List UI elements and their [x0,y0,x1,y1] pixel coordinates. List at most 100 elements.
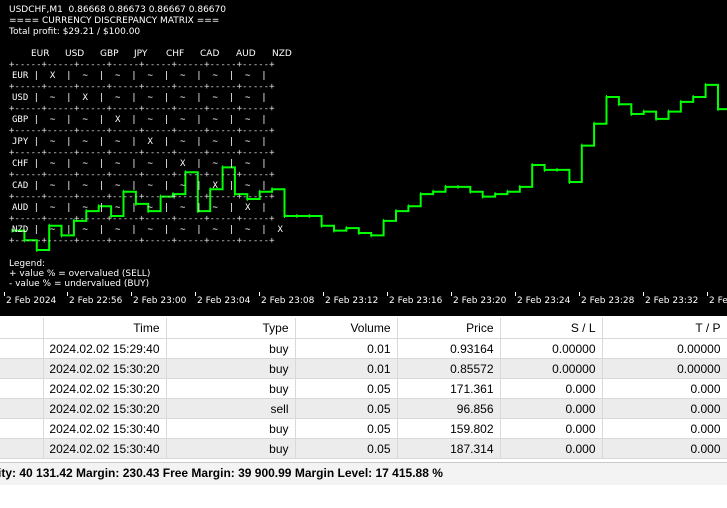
time-label: 2 Feb 22:56 [69,296,123,306]
time-tick [67,292,68,296]
time-label: 2 Feb [709,296,727,306]
price-point [494,192,496,197]
matrix-separator: +-----+-----+-----+-----+-----+-----+---… [9,236,275,246]
cell-tp: 0.000 [602,398,727,419]
price-point [618,102,620,107]
time-tick [515,292,516,296]
price-point [581,143,583,148]
time-tick [707,292,708,296]
cell-tp: 0.000 [602,438,727,459]
price-point [36,248,38,252]
cell-tp: 0.00000 [602,338,727,359]
price-point [655,116,657,121]
cell-price: 187.314 [397,438,501,459]
matrix-row: USD | ~ | X | ~ | ~ | ~ | ~ | ~ | [12,93,267,103]
cell-symbol [0,438,44,459]
matrix-col-nzd: NZD [272,49,292,59]
account-status-bar: ity: 40 131.42 Margin: 230.43 Free Margi… [0,462,727,485]
time-label: 2 Feb 23:12 [325,296,379,306]
time-label: 2 Feb 23:32 [645,296,699,306]
chart-header: USDCHF,M1 0.86668 0.86673 0.86667 0.8667… [9,5,226,15]
column-header-tp[interactable]: T / P [602,318,727,339]
time-label: 2 Feb 23:08 [261,296,315,306]
cell-volume: 0.01 [295,358,398,379]
orders-header-row: Time Type Volume Price S / LT / P [0,318,727,339]
price-point [407,204,409,209]
matrix-row: CHF | ~ | ~ | ~ | ~ | X | ~ | ~ | [12,159,267,169]
cell-type: buy [166,358,296,379]
cell-symbol [0,418,44,439]
price-point [705,82,707,87]
table-row[interactable]: 2024.02.02 15:30:20 buy 0.05 171.361 0.000 0.… [0,378,727,399]
matrix-separator: +-----+-----+-----+-----+-----+-----+---… [9,148,275,158]
time-label: 2 Feb 23:16 [389,296,443,306]
cell-type: buy [166,338,296,359]
matrix-separator: +-----+-----+-----+-----+-----+-----+---… [9,214,275,224]
price-point [296,214,298,218]
table-row[interactable]: 2024.02.02 15:30:40 buy 0.05 159.802 0.000 0.… [0,418,727,439]
orders-table-panel[interactable]: Time Type Volume Price S / LT / P 2024.02.02… [0,318,727,462]
cell-volume: 0.05 [295,438,398,459]
matrix-separator: +-----+-----+-----+-----+-----+-----+---… [9,126,275,136]
cell-type: sell [166,398,296,419]
price-point [556,167,558,172]
time-tick [195,292,196,296]
price-point [643,109,645,114]
time-label: 2 Feb 2024 [6,296,57,306]
price-point [469,189,471,194]
account-summary: ity: 40 131.42 Margin: 230.43 Free Margi… [0,466,443,480]
price-point [519,184,521,189]
total-profit: Total profit: $29.21 / $100.00 [9,27,141,37]
orders-table[interactable]: Time Type Volume Price S / LT / P 2024.02.02… [0,318,727,459]
table-row[interactable]: 2024.02.02 15:30:40 buy 0.05 187.314 0.000 0.… [0,438,727,459]
cell-sl: 0.000 [500,418,603,439]
matrix-separator: +-----+-----+-----+-----+-----+-----+---… [9,170,275,180]
price-chart[interactable]: USDCHF,M1 0.86668 0.86673 0.86667 0.8667… [0,0,727,316]
price-point [420,192,422,197]
matrix-col-eur: EUR [31,49,50,59]
cell-volume: 0.05 [295,378,398,399]
cell-type: buy [166,418,296,439]
matrix-col-usd: USD [65,49,85,59]
column-header-symbol[interactable] [0,318,44,339]
matrix-row: AUD | ~ | ~ | ~ | ~ | ~ | ~ | X | [12,203,267,213]
time-tick [643,292,644,296]
matrix-separator: +-----+-----+-----+-----+-----+-----+---… [9,192,275,202]
cell-time: 2024.02.02 15:30:40 [43,438,167,459]
cell-price: 171.361 [397,378,501,399]
price-point [345,226,347,231]
price-point [358,231,360,235]
matrix-col-aud: AUD [236,49,256,59]
price-point [692,95,694,99]
cell-volume: 0.05 [295,418,398,439]
price-point [482,194,484,199]
matrix-row: GBP | ~ | ~ | X | ~ | ~ | ~ | ~ | [12,115,267,125]
cell-time: 2024.02.02 15:30:20 [43,378,167,399]
cell-symbol [0,358,44,379]
price-point [544,167,546,172]
price-point [531,163,533,167]
cell-time: 2024.02.02 15:30:40 [43,418,167,439]
table-row[interactable]: 2024.02.02 15:30:20 buy 0.01 0.85572 0.00000… [0,358,727,379]
price-point [321,223,323,228]
cell-time: 2024.02.02 15:30:20 [43,398,167,419]
cell-price: 96.856 [397,398,501,419]
time-tick [323,292,324,296]
cell-sl: 0.000 [500,378,603,399]
column-header-volume[interactable]: Volume [295,318,398,339]
column-header-sl[interactable]: S / L [500,318,603,339]
cell-price: 0.93164 [397,338,501,359]
price-point [271,187,273,192]
column-header-time[interactable]: Time [43,318,167,339]
table-row[interactable]: 2024.02.02 15:29:40 buy 0.01 0.93164 0.00000… [0,338,727,359]
table-row[interactable]: 2024.02.02 15:30:20 sell 0.05 96.856 0.000 0.… [0,398,727,419]
cell-symbol [0,378,44,399]
column-header-price[interactable]: Price [397,318,501,339]
time-label: 2 Feb 23:04 [197,296,251,306]
price-point [606,95,607,99]
price-point [457,184,459,189]
column-header-type[interactable]: Type [166,318,296,339]
time-axis: 2 Feb 2024 2 Feb 22:56 2 Feb 23:00 2 Feb 23… [0,292,727,316]
price-point [506,189,508,194]
matrix-row: CAD | ~ | ~ | ~ | ~ | ~ | X | ~ | [12,181,267,191]
